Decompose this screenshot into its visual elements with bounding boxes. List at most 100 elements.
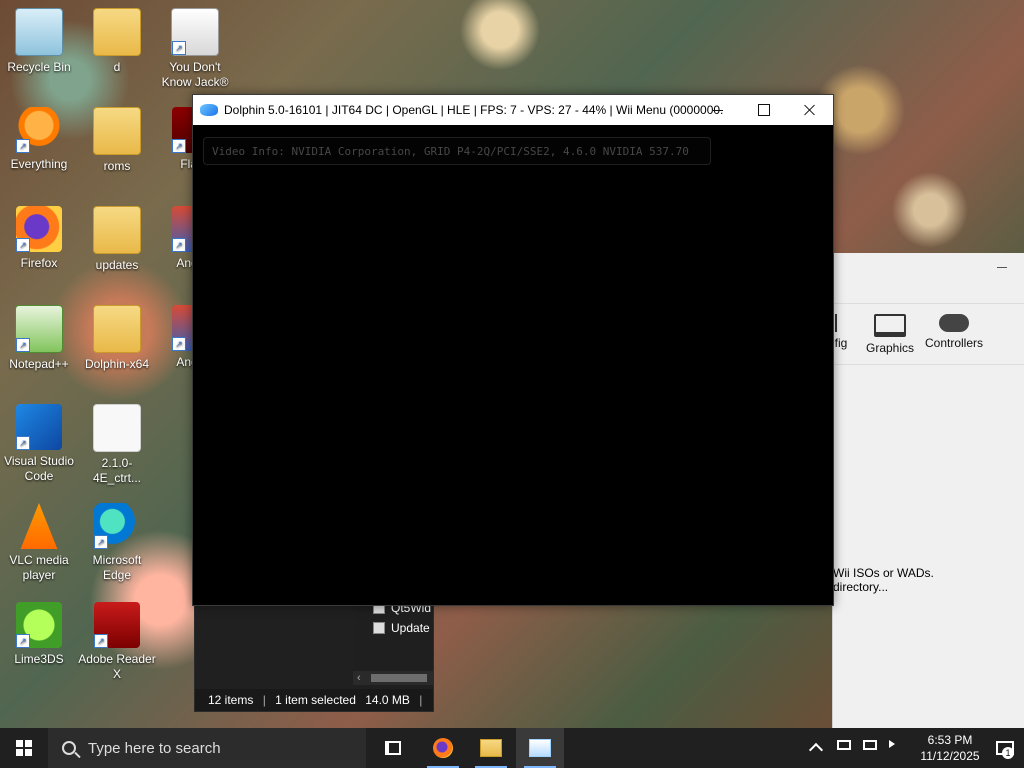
shortcut-arrow-icon: ↗	[94, 634, 108, 648]
desktop-icon-updates[interactable]: updates	[78, 206, 156, 273]
folder-icon	[93, 107, 141, 155]
desktop-icon-label: Recycle Bin	[7, 60, 71, 74]
taskbar-search-box[interactable]: Type here to search	[48, 728, 366, 768]
maximize-button[interactable]	[741, 95, 787, 125]
config-label: fig	[834, 336, 848, 350]
shortcut-arrow-icon: ↗	[172, 139, 186, 153]
speaker-icon	[889, 740, 895, 748]
file-icon	[373, 622, 385, 634]
horizontal-scrollbar[interactable]: ‹	[353, 671, 433, 685]
desktop-icon-lime3ds[interactable]: ↗ Lime3DS	[0, 602, 78, 667]
desktop-icon-vlc[interactable]: VLC media player	[0, 503, 78, 583]
system-tray: 6:53 PM 11/12/2025 1	[806, 728, 1024, 768]
notification-center-button[interactable]: 1	[986, 728, 1024, 768]
config-button[interactable]: fig	[831, 314, 851, 350]
network-status-icon	[863, 740, 877, 750]
vscode-icon: ↗	[16, 404, 62, 450]
desktop-icon-label: Dolphin-x64	[84, 357, 150, 371]
controllers-button[interactable]: Controllers	[924, 314, 984, 350]
taskbar-file-explorer[interactable]	[467, 728, 515, 768]
volume-icon[interactable]	[889, 740, 905, 756]
game-icon: ↗	[171, 8, 219, 56]
shortcut-arrow-icon: ↗	[16, 338, 30, 352]
task-view-button[interactable]	[369, 728, 417, 768]
graphics-button[interactable]: Graphics	[864, 314, 916, 355]
security-shield-icon	[837, 740, 851, 750]
maximize-icon	[758, 104, 770, 116]
shortcut-arrow-icon: ↗	[16, 634, 30, 648]
chevron-left-icon[interactable]: ‹	[357, 672, 361, 684]
show-hidden-icons-button[interactable]	[808, 740, 827, 758]
shortcut-arrow-icon: ↗	[172, 41, 186, 55]
video-info-overlay: Video Info: NVIDIA Corporation, GRID P4-…	[203, 137, 711, 165]
desktop-icon-label: Microsoft Edge	[92, 553, 142, 582]
desktop-icon-label: Notepad++	[9, 357, 69, 371]
folder-icon	[93, 206, 141, 254]
config-icon	[835, 314, 847, 332]
notepad-icon: ↗	[15, 305, 63, 353]
clock-time: 6:53 PM	[927, 733, 973, 747]
item-count: 12 items	[208, 693, 254, 707]
folder-icon	[93, 305, 141, 353]
shortcut-arrow-icon: ↗	[16, 139, 30, 153]
desktop-icon-notepadpp[interactable]: ↗ Notepad++	[0, 305, 78, 372]
network-icon[interactable]	[863, 740, 879, 756]
firefox-icon: ↗	[16, 206, 62, 252]
gamepad-icon	[939, 314, 969, 332]
dolphin-icon	[200, 104, 218, 116]
desktop-icon-vscode[interactable]: ↗ Visual Studio Code	[0, 404, 78, 484]
minimize-icon[interactable]	[997, 267, 1007, 268]
desktop-icon-label: Visual Studio Code	[4, 454, 74, 483]
desktop-icon-ctrt-file[interactable]: 2.1.0-4E_ctrt...	[78, 404, 156, 486]
desktop-icon-label: roms	[103, 159, 131, 173]
scrollbar-thumb[interactable]	[371, 674, 427, 682]
dolphin-toolbar: fig Graphics Controllers	[833, 303, 1024, 365]
monitor-icon	[874, 314, 906, 337]
game-list-empty-message: Wii ISOs or WADs. directory...	[833, 566, 934, 594]
folder-icon	[93, 8, 141, 56]
notification-count: 1	[1002, 747, 1014, 759]
edge-icon: ↗	[94, 503, 140, 549]
close-icon	[804, 104, 816, 116]
shortcut-arrow-icon: ↗	[16, 238, 30, 252]
desktop-icon-edge[interactable]: ↗ Microsoft Edge	[78, 503, 156, 583]
shortcut-arrow-icon: ↗	[172, 238, 186, 252]
desktop-icon-recycle-bin[interactable]: Recycle Bin	[0, 8, 78, 75]
taskbar-firefox[interactable]	[419, 728, 467, 768]
desktop-icon-label: 2.1.0-4E_ctrt...	[92, 456, 142, 485]
shortcut-arrow-icon: ↗	[172, 337, 186, 351]
desktop-icon-label: You Don't Know Jack®	[161, 60, 229, 89]
desktop-icon-label: updates	[95, 258, 139, 272]
vlc-icon	[20, 503, 58, 549]
windows-logo-icon	[16, 740, 32, 756]
desktop-icon-roms[interactable]: roms	[78, 107, 156, 174]
search-placeholder: Type here to search	[88, 739, 221, 757]
window-title: Dolphin 5.0-16101 | JIT64 DC | OpenGL | …	[224, 103, 724, 117]
file-list-item[interactable]: Update	[373, 621, 430, 635]
chevron-up-icon	[808, 742, 824, 758]
desktop-icon-adobe-reader[interactable]: ↗ Adobe Reader X	[78, 602, 156, 682]
start-button[interactable]	[0, 728, 48, 768]
minimize-icon	[713, 109, 723, 111]
desktop-icon-you-dont-know-jack[interactable]: ↗ You Don't Know Jack®	[156, 8, 234, 90]
adobe-reader-icon: ↗	[94, 602, 140, 648]
search-icon	[62, 741, 76, 755]
desktop-icon-label: d	[113, 60, 121, 74]
desktop-icon-dolphin-x64[interactable]: Dolphin-x64	[78, 305, 156, 372]
clock[interactable]: 6:53 PM 11/12/2025	[914, 732, 986, 764]
file-name: Update	[391, 621, 430, 635]
file-explorer-icon	[480, 739, 502, 757]
desktop-icon-everything[interactable]: ↗ Everything	[0, 107, 78, 172]
selection-size: 14.0 MB	[365, 693, 410, 707]
window-titlebar[interactable]: Dolphin 5.0-16101 | JIT64 DC | OpenGL | …	[193, 95, 833, 125]
close-button[interactable]	[787, 95, 833, 125]
dolphin-render-window: Dolphin 5.0-16101 | JIT64 DC | OpenGL | …	[192, 94, 834, 606]
lime-icon: ↗	[16, 602, 62, 648]
task-view-icon	[385, 741, 401, 755]
desktop-icon-d[interactable]: d	[78, 8, 156, 75]
security-icon[interactable]	[837, 740, 853, 756]
file-explorer-window: Qt5Wid Update ‹ 12 items | 1 item select…	[194, 596, 434, 712]
desktop-icon-firefox[interactable]: ↗ Firefox	[0, 206, 78, 271]
taskbar-dolphin[interactable]	[516, 728, 564, 768]
minimize-button[interactable]	[695, 95, 741, 125]
